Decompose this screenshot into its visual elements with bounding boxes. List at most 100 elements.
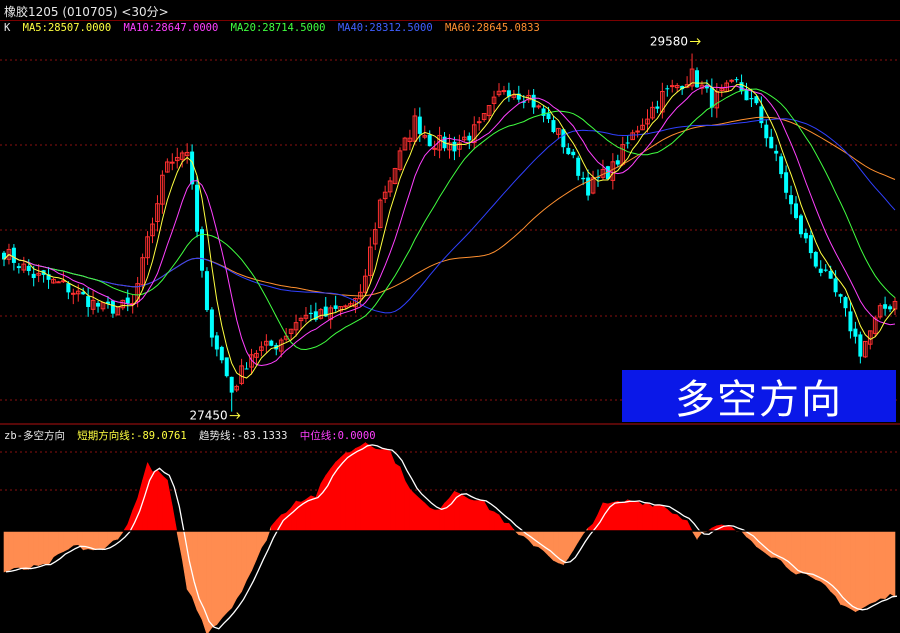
short-direction-area — [221, 530, 228, 619]
short-direction-area — [97, 530, 104, 551]
legend-ma20: MA20:28714.5000 — [230, 22, 326, 34]
short-direction-area — [43, 530, 49, 565]
candle-body — [798, 215, 803, 235]
high-price-arrow — [690, 38, 701, 45]
short-direction-area — [350, 447, 356, 532]
short-direction-area — [73, 530, 79, 546]
candle-body — [744, 90, 749, 101]
short-direction-area — [48, 530, 54, 566]
short-direction-area — [577, 530, 584, 543]
candle-body — [11, 247, 16, 263]
short-direction-area — [503, 522, 510, 532]
short-direction-area — [627, 499, 633, 532]
short-direction-area — [8, 530, 15, 571]
candle-body — [343, 305, 348, 308]
short-direction-area — [18, 530, 25, 570]
short-direction-area — [642, 502, 648, 532]
short-direction-area — [384, 448, 391, 532]
short-direction-area — [315, 483, 322, 532]
short-direction-area — [459, 493, 465, 532]
short-direction-area — [508, 522, 515, 532]
short-direction-area — [3, 530, 10, 573]
candle-body — [16, 266, 21, 269]
candle-body — [833, 278, 838, 293]
short-direction-area — [884, 530, 891, 600]
candle-body — [729, 79, 734, 82]
short-direction-area — [325, 467, 332, 532]
short-direction-area — [246, 530, 252, 581]
candle-body — [561, 129, 566, 148]
short-direction-area — [226, 530, 232, 614]
short-direction-area — [236, 530, 242, 600]
candle-body — [170, 161, 175, 164]
candle-body — [427, 134, 432, 147]
short-direction-area — [13, 530, 20, 569]
short-direction-area — [478, 500, 485, 532]
ma20-line — [3, 88, 896, 351]
short-direction-area — [63, 530, 69, 553]
short-direction-area — [53, 530, 59, 558]
badge-text: 多空方向 — [675, 377, 843, 423]
short-direction-area — [483, 500, 490, 532]
indicator-name: zb-多空方向 — [4, 430, 65, 442]
short-direction-area — [572, 530, 579, 552]
short-direction-area — [172, 505, 178, 534]
short-direction-area — [389, 451, 396, 532]
short-direction-area — [671, 513, 678, 532]
short-direction-area — [290, 500, 297, 532]
short-direction-area — [270, 519, 277, 532]
short-direction-area — [429, 507, 435, 532]
legend-trend-line: 趋势线:-83.1333 — [199, 430, 288, 442]
candle-body — [669, 85, 675, 88]
short-direction-area — [310, 495, 317, 532]
short-direction-area — [622, 499, 629, 532]
short-direction-area — [320, 474, 327, 532]
candle-body — [229, 376, 234, 393]
short-direction-area — [765, 530, 772, 558]
legend-ma5: MA5:28507.0000 — [22, 22, 112, 34]
candle-body — [635, 130, 640, 133]
short-direction-area — [107, 530, 114, 546]
short-direction-area — [879, 530, 886, 599]
low-price-arrow — [229, 412, 241, 419]
candle-body — [66, 283, 71, 293]
short-direction-area — [493, 511, 500, 532]
short-direction-area — [657, 504, 663, 532]
candle-body — [615, 160, 620, 165]
short-direction-area — [637, 500, 643, 532]
short-direction-area — [587, 523, 594, 532]
short-direction-area — [597, 502, 604, 532]
short-direction-area — [800, 530, 807, 574]
short-direction-area — [285, 507, 292, 532]
short-direction-area — [538, 530, 544, 552]
short-direction-area — [676, 514, 683, 532]
candle-body — [26, 265, 31, 272]
legend-ma40: MA40:28312.5000 — [337, 22, 433, 34]
candle-body — [571, 151, 576, 156]
short-direction-area — [691, 529, 698, 540]
short-direction-area — [256, 530, 262, 560]
candle-body — [883, 304, 888, 309]
candle-body — [219, 346, 224, 361]
chart-canvas: 29580 27450 — [0, 35, 900, 633]
short-direction-area — [860, 530, 866, 610]
short-direction-area — [23, 530, 30, 570]
short-direction-area — [112, 530, 119, 541]
low-price-label: 27450 — [190, 409, 228, 423]
candle-body — [417, 116, 422, 134]
short-direction-area — [216, 530, 223, 626]
short-direction-area — [563, 530, 569, 566]
short-direction-area — [785, 530, 792, 572]
legend-short-line: 短期方向线:-89.0761 — [77, 430, 187, 442]
short-direction-area — [231, 530, 237, 608]
short-direction-area — [409, 488, 416, 532]
candle-body — [467, 135, 472, 141]
candle-body — [888, 306, 893, 310]
candle-body — [566, 147, 571, 155]
short-direction-area — [567, 530, 574, 559]
candle-body — [586, 177, 591, 196]
short-direction-area — [152, 469, 158, 532]
candle-body — [779, 156, 784, 175]
candle-body — [269, 340, 274, 346]
candle-body — [200, 229, 204, 271]
